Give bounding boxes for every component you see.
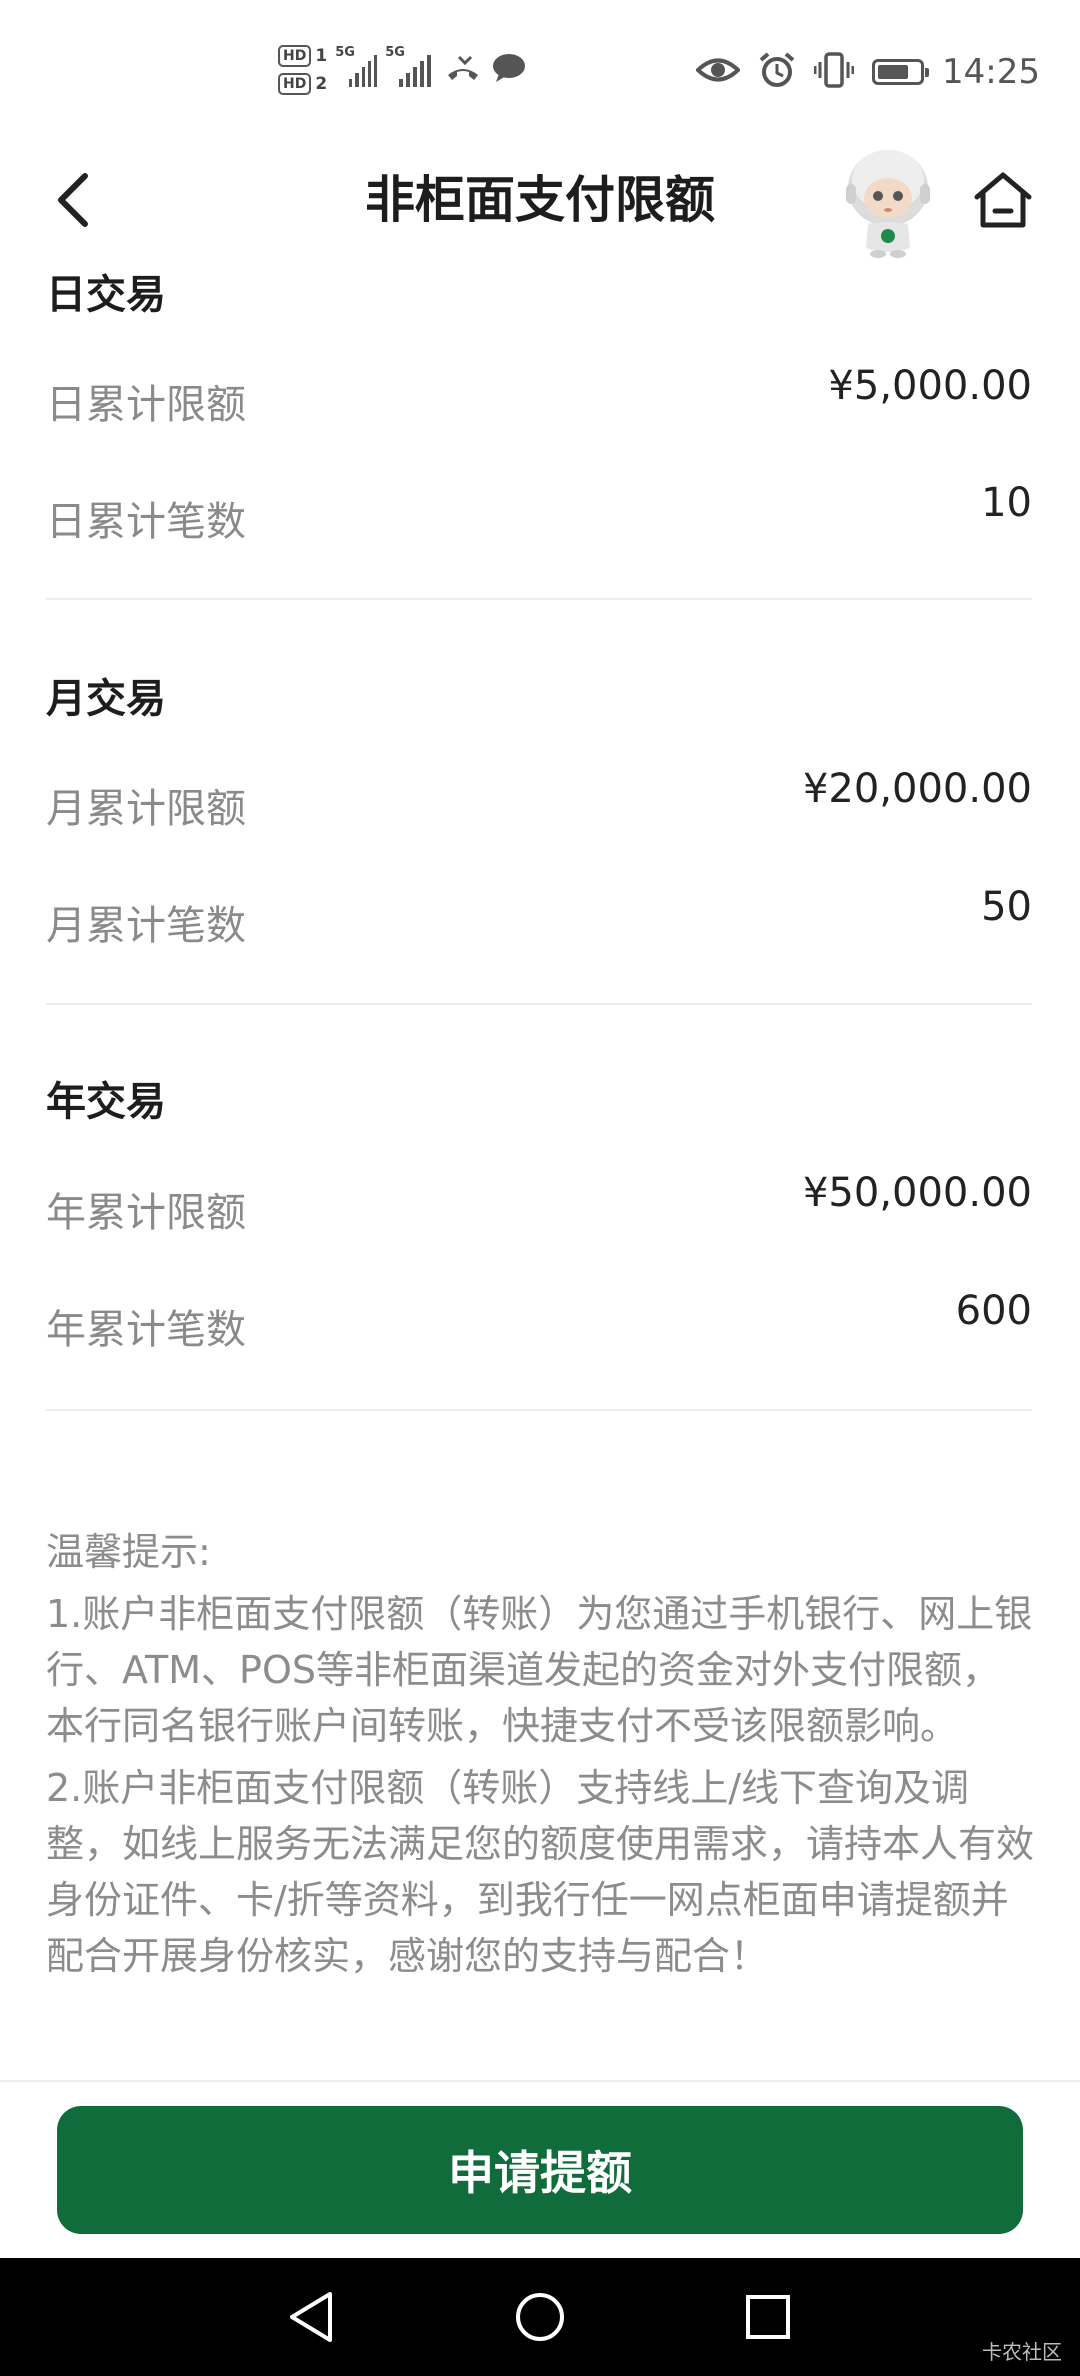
monthly-count-value: 50 bbox=[981, 884, 1032, 930]
divider bbox=[46, 1003, 1032, 1005]
nav-recents-button[interactable] bbox=[735, 2284, 801, 2350]
nav-home-icon bbox=[516, 2293, 564, 2341]
app-header: 非柜面支付限额 bbox=[0, 140, 1080, 260]
nav-home-button[interactable] bbox=[507, 2284, 573, 2350]
yearly-section: 年交易 年累计限额 ¥50,000.00 年累计笔数 600 bbox=[46, 1063, 1032, 1363]
status-clock: 14:25 bbox=[942, 52, 1040, 92]
nav-back-button[interactable] bbox=[278, 2284, 344, 2350]
tip-item-2: 2.账户非柜面支付限额（转账）支持线上/线下查询及调整，如线上服务无法满足您的额… bbox=[46, 1766, 1035, 1978]
tips-panel: 温馨提示: 1.账户非柜面支付限额（转账）为您通过手机银行、网上银行、ATM、P… bbox=[46, 1524, 1036, 2080]
battery-icon bbox=[872, 59, 930, 85]
alarm-icon bbox=[758, 52, 796, 92]
battery-fill bbox=[878, 65, 909, 79]
nav-recents-icon bbox=[746, 2295, 790, 2339]
status-bar: HD 1 HD 2 5G 5G 14:25 bbox=[0, 0, 1080, 150]
robot-mascot-button[interactable] bbox=[838, 140, 938, 260]
apply-limit-increase-button[interactable]: 申请提额 bbox=[57, 2106, 1023, 2234]
hd-indicators: HD 1 HD 2 bbox=[278, 45, 327, 95]
divider bbox=[46, 1409, 1032, 1411]
yearly-count-value: 600 bbox=[955, 1288, 1032, 1334]
divider bbox=[46, 598, 1032, 600]
vibrate-icon bbox=[813, 52, 855, 92]
missed-call-icon bbox=[445, 53, 481, 87]
daily-section-title: 日交易 bbox=[46, 272, 166, 318]
nav-back-icon bbox=[290, 2292, 332, 2342]
robot-mascot-icon bbox=[846, 150, 930, 258]
eye-icon bbox=[695, 55, 741, 89]
home-button[interactable] bbox=[968, 155, 1038, 245]
status-left-group: HD 1 HD 2 5G 5G bbox=[278, 42, 527, 98]
tips-heading: 温馨提示: bbox=[46, 1530, 211, 1574]
daily-limit-label: 日累计限额 bbox=[46, 382, 246, 428]
home-icon bbox=[974, 172, 1032, 228]
system-nav-bar: 卡农社区 bbox=[0, 2258, 1080, 2376]
daily-count-value: 10 bbox=[981, 480, 1032, 526]
tip-item-1: 1.账户非柜面支付限额（转账）为您通过手机银行、网上银行、ATM、POS等非柜面… bbox=[46, 1592, 1033, 1748]
yearly-limit-value: ¥50,000.00 bbox=[802, 1170, 1032, 1216]
bottom-action-bar: 申请提额 bbox=[0, 2080, 1080, 2260]
status-right-group: 14:25 bbox=[695, 44, 1040, 100]
yearly-limit-label: 年累计限额 bbox=[46, 1190, 246, 1236]
watermark-text: 卡农社区 bbox=[982, 2340, 1062, 2364]
hd-sim1: HD 1 bbox=[278, 45, 327, 67]
signal-sim2-icon: 5G bbox=[385, 45, 435, 87]
yearly-section-title: 年交易 bbox=[46, 1079, 166, 1125]
monthly-section: 月交易 月累计限额 ¥20,000.00 月累计笔数 50 bbox=[46, 660, 1032, 960]
yearly-count-label: 年累计笔数 bbox=[46, 1307, 246, 1353]
monthly-count-label: 月累计笔数 bbox=[46, 903, 246, 949]
monthly-limit-value: ¥20,000.00 bbox=[802, 766, 1032, 812]
daily-count-label: 日累计笔数 bbox=[46, 499, 246, 545]
monthly-section-title: 月交易 bbox=[46, 676, 166, 722]
hd-sim2: HD 2 bbox=[278, 73, 327, 95]
monthly-limit-label: 月累计限额 bbox=[46, 786, 246, 832]
signal-sim1-icon: 5G bbox=[335, 45, 378, 87]
message-icon bbox=[491, 52, 527, 88]
daily-limit-value: ¥5,000.00 bbox=[828, 363, 1032, 409]
daily-section: 日交易 日累计限额 ¥5,000.00 日累计笔数 10 bbox=[46, 255, 1032, 555]
